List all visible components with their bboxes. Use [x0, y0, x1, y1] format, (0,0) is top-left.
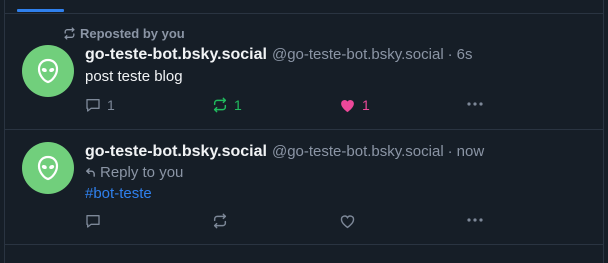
reply-arrow-icon	[86, 168, 95, 177]
reply-indicator: Reply to you	[85, 164, 183, 181]
post-header: go-teste-bot.bsky.social @go-teste-bot.b…	[85, 143, 484, 161]
post-header: go-teste-bot.bsky.social @go-teste-bot.b…	[85, 46, 473, 64]
alien-avatar-icon	[37, 155, 59, 181]
reply-icon	[86, 215, 100, 228]
reply-icon	[86, 99, 100, 112]
post-text: post teste blog	[85, 68, 183, 85]
repost-button[interactable]: 1	[212, 97, 242, 113]
post-actions: 1 1 1	[85, 97, 485, 113]
divider	[4, 129, 604, 130]
repost-button[interactable]	[212, 213, 228, 229]
reply-button[interactable]: 1	[85, 97, 115, 113]
author-handle[interactable]: @go-teste-bot.bsky.social	[272, 46, 444, 63]
divider	[4, 244, 604, 245]
like-button[interactable]: 1	[339, 97, 370, 113]
reply-count: 1	[107, 97, 115, 113]
reply-label: Reply to you	[100, 164, 184, 181]
alien-avatar-icon	[37, 58, 59, 84]
author-name[interactable]: go-teste-bot.bsky.social	[85, 143, 267, 161]
avatar[interactable]	[22, 45, 74, 97]
repost-count: 1	[234, 97, 242, 113]
repost-icon	[213, 97, 227, 113]
more-options-button[interactable]	[466, 216, 484, 224]
repost-label: Reposted by you	[80, 26, 185, 41]
like-icon	[341, 100, 354, 113]
repost-icon	[64, 27, 75, 40]
author-handle[interactable]: @go-teste-bot.bsky.social	[272, 143, 444, 160]
separator: ·	[447, 46, 453, 63]
repost-icon	[213, 213, 227, 229]
active-tab-indicator	[17, 9, 64, 12]
author-name[interactable]: go-teste-bot.bsky.social	[85, 46, 267, 64]
avatar[interactable]	[22, 142, 74, 194]
post-time[interactable]: 6s	[457, 46, 473, 63]
frame-border-left	[4, 0, 5, 263]
frame-border-right	[603, 0, 604, 263]
like-count: 1	[362, 97, 370, 113]
reply-button[interactable]	[85, 213, 101, 229]
post-time[interactable]: now	[457, 143, 485, 160]
like-icon	[340, 215, 355, 229]
hashtag-link[interactable]: #bot-teste	[85, 185, 152, 202]
post-actions	[85, 213, 485, 229]
more-options-button[interactable]	[466, 100, 484, 108]
repost-indicator: Reposted by you	[63, 26, 185, 41]
divider	[4, 13, 604, 14]
more-icon	[467, 218, 483, 222]
like-button[interactable]	[339, 213, 356, 229]
separator: ·	[447, 143, 453, 160]
more-icon	[467, 102, 483, 106]
